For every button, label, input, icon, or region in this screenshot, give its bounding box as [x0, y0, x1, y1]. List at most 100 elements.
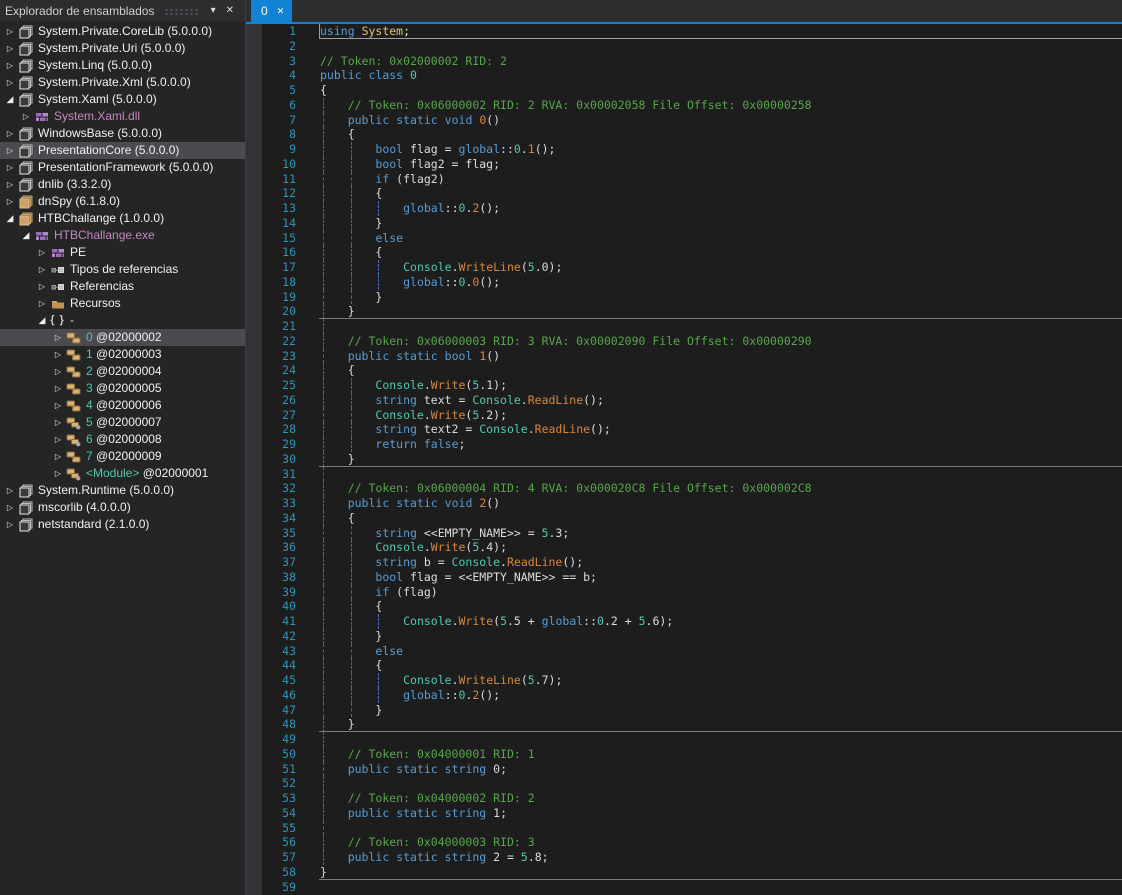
tree-item[interactable]: ◢System.Xaml (5.0.0.0) [0, 91, 245, 108]
expand-arrow-icon[interactable]: ▷ [51, 380, 65, 397]
code-line[interactable]: 9 bool flag = global::0.1(); [246, 142, 1122, 157]
tree-item[interactable]: ▷2 @02000004 [0, 363, 245, 380]
expand-arrow-icon[interactable]: ▷ [3, 176, 17, 193]
code-line[interactable]: 55 [246, 821, 1122, 836]
code-line[interactable]: 25 Console.Write(5.1); [246, 378, 1122, 393]
code-line[interactable]: 41 Console.Write(5.5 + global::0.2 + 5.6… [246, 614, 1122, 629]
tree-item[interactable]: ▷Tipos de referencias [0, 261, 245, 278]
code-line[interactable]: 42 } [246, 629, 1122, 644]
tree-item[interactable]: ▷5 @02000007 [0, 414, 245, 431]
code-line[interactable]: 28 string text2 = Console.ReadLine(); [246, 422, 1122, 437]
tree-item[interactable]: ▷Recursos [0, 295, 245, 312]
expand-arrow-icon[interactable]: ▷ [35, 278, 49, 295]
tab-document-0[interactable]: 0 ✕ [251, 0, 292, 22]
code-line[interactable]: 2 [246, 39, 1122, 54]
code-line[interactable]: 47 } [246, 703, 1122, 718]
tree-item[interactable]: ▷dnlib (3.3.2.0) [0, 176, 245, 193]
expand-arrow-icon[interactable]: ▷ [3, 125, 17, 142]
code-line[interactable]: 37 string b = Console.ReadLine(); [246, 555, 1122, 570]
expand-arrow-icon[interactable]: ▷ [51, 414, 65, 431]
code-line[interactable]: 4public class 0 [246, 68, 1122, 83]
expand-arrow-icon[interactable]: ▷ [3, 159, 17, 176]
code-line[interactable]: 3// Token: 0x02000002 RID: 2 [246, 54, 1122, 69]
code-line[interactable]: 21 [246, 319, 1122, 334]
expand-arrow-icon[interactable]: ▷ [3, 516, 17, 533]
code-line[interactable]: 22 // Token: 0x06000003 RID: 3 RVA: 0x00… [246, 334, 1122, 349]
tree-item[interactable]: ▷3 @02000005 [0, 380, 245, 397]
code-line[interactable]: 29 return false; [246, 437, 1122, 452]
code-line[interactable]: 51 public static string 0; [246, 762, 1122, 777]
code-line[interactable]: 40 { [246, 599, 1122, 614]
tree-item[interactable]: ▷PresentationFramework (5.0.0.0) [0, 159, 245, 176]
tab-close-icon[interactable]: ✕ [277, 6, 285, 17]
tree-item[interactable]: ▷1 @02000003 [0, 346, 245, 363]
tree-item[interactable]: ▷0 @02000002 [0, 329, 245, 346]
tree-item[interactable]: ▷4 @02000006 [0, 397, 245, 414]
code-line[interactable]: 1using System; [246, 24, 1122, 39]
expand-arrow-icon[interactable]: ▷ [3, 57, 17, 74]
code-line[interactable]: 11 if (flag2) [246, 172, 1122, 187]
code-line[interactable]: 18 global::0.0(); [246, 275, 1122, 290]
tree-item[interactable]: ▷System.Private.CoreLib (5.0.0.0) [0, 23, 245, 40]
tree-item[interactable]: ▷System.Linq (5.0.0.0) [0, 57, 245, 74]
panel-close-icon[interactable]: ✕ [221, 5, 239, 16]
expand-arrow-icon[interactable]: ▷ [3, 40, 17, 57]
tree-item[interactable]: ▷System.Runtime (5.0.0.0) [0, 482, 245, 499]
tree-item[interactable]: ▷netstandard (2.1.0.0) [0, 516, 245, 533]
code-line[interactable]: 58} [246, 865, 1122, 880]
tree-item[interactable]: ▷Referencias [0, 278, 245, 295]
code-line[interactable]: 48 } [246, 717, 1122, 732]
code-line[interactable]: 46 global::0.2(); [246, 688, 1122, 703]
code-line[interactable]: 30 } [246, 452, 1122, 467]
code-line[interactable]: 10 bool flag2 = flag; [246, 157, 1122, 172]
code-line[interactable]: 43 else [246, 644, 1122, 659]
code-line[interactable]: 13 global::0.2(); [246, 201, 1122, 216]
code-line[interactable]: 56 // Token: 0x04000003 RID: 3 [246, 835, 1122, 850]
collapse-arrow-icon[interactable]: ◢ [19, 227, 33, 244]
code-line[interactable]: 15 else [246, 231, 1122, 246]
tree-item[interactable]: ▷System.Private.Xml (5.0.0.0) [0, 74, 245, 91]
code-line[interactable]: 31 [246, 467, 1122, 482]
code-line[interactable]: 8 { [246, 127, 1122, 142]
code-line[interactable]: 6 // Token: 0x06000002 RID: 2 RVA: 0x000… [246, 98, 1122, 113]
code-line[interactable]: 20 } [246, 304, 1122, 319]
code-line[interactable]: 49 [246, 732, 1122, 747]
tree-item[interactable]: ◢HTBChallange (1.0.0.0) [0, 210, 245, 227]
code-line[interactable]: 36 Console.Write(5.4); [246, 540, 1122, 555]
code-line[interactable]: 7 public static void 0() [246, 113, 1122, 128]
collapse-arrow-icon[interactable]: ◢ [3, 91, 17, 108]
code-line[interactable]: 14 } [246, 216, 1122, 231]
tree-item[interactable]: ▷dnSpy (6.1.8.0) [0, 193, 245, 210]
code-line[interactable]: 53 // Token: 0x04000002 RID: 2 [246, 791, 1122, 806]
code-line[interactable]: 35 string <<EMPTY_NAME>> = 5.3; [246, 526, 1122, 541]
code-line[interactable]: 24 { [246, 363, 1122, 378]
code-line[interactable]: 57 public static string 2 = 5.8; [246, 850, 1122, 865]
expand-arrow-icon[interactable]: ▷ [51, 431, 65, 448]
tree-item[interactable]: ▷<Module> @02000001 [0, 465, 245, 482]
expand-arrow-icon[interactable]: ▷ [51, 448, 65, 465]
tree-item[interactable]: ▷6 @02000008 [0, 431, 245, 448]
tree-item[interactable]: ▷WindowsBase (5.0.0.0) [0, 125, 245, 142]
code-line[interactable]: 27 Console.Write(5.2); [246, 408, 1122, 423]
code-line[interactable]: 33 public static void 2() [246, 496, 1122, 511]
tree-item[interactable]: ▷System.Xaml.dll [0, 108, 245, 125]
tree-item[interactable]: ▷PresentationCore (5.0.0.0) [0, 142, 245, 159]
code-line[interactable]: 45 Console.WriteLine(5.7); [246, 673, 1122, 688]
code-line[interactable]: 23 public static bool 1() [246, 349, 1122, 364]
expand-arrow-icon[interactable]: ▷ [3, 142, 17, 159]
collapse-arrow-icon[interactable]: ◢ [3, 210, 17, 227]
code-line[interactable]: 38 bool flag = <<EMPTY_NAME>> == b; [246, 570, 1122, 585]
tree-item[interactable]: ◢HTBChallange.exe [0, 227, 245, 244]
code-line[interactable]: 16 { [246, 245, 1122, 260]
code-line[interactable]: 17 Console.WriteLine(5.0); [246, 260, 1122, 275]
code-line[interactable]: 59 [246, 880, 1122, 895]
panel-dropdown-icon[interactable]: ▾ [206, 5, 221, 16]
code-line[interactable]: 19 } [246, 290, 1122, 305]
collapse-arrow-icon[interactable]: ◢ [35, 312, 49, 329]
code-line[interactable]: 50 // Token: 0x04000001 RID: 1 [246, 747, 1122, 762]
code-area[interactable]: 1using System;23// Token: 0x02000002 RID… [246, 24, 1122, 895]
code-line[interactable]: 54 public static string 1; [246, 806, 1122, 821]
expand-arrow-icon[interactable]: ▷ [51, 397, 65, 414]
tree-item[interactable]: ▷PE [0, 244, 245, 261]
expand-arrow-icon[interactable]: ▷ [3, 74, 17, 91]
